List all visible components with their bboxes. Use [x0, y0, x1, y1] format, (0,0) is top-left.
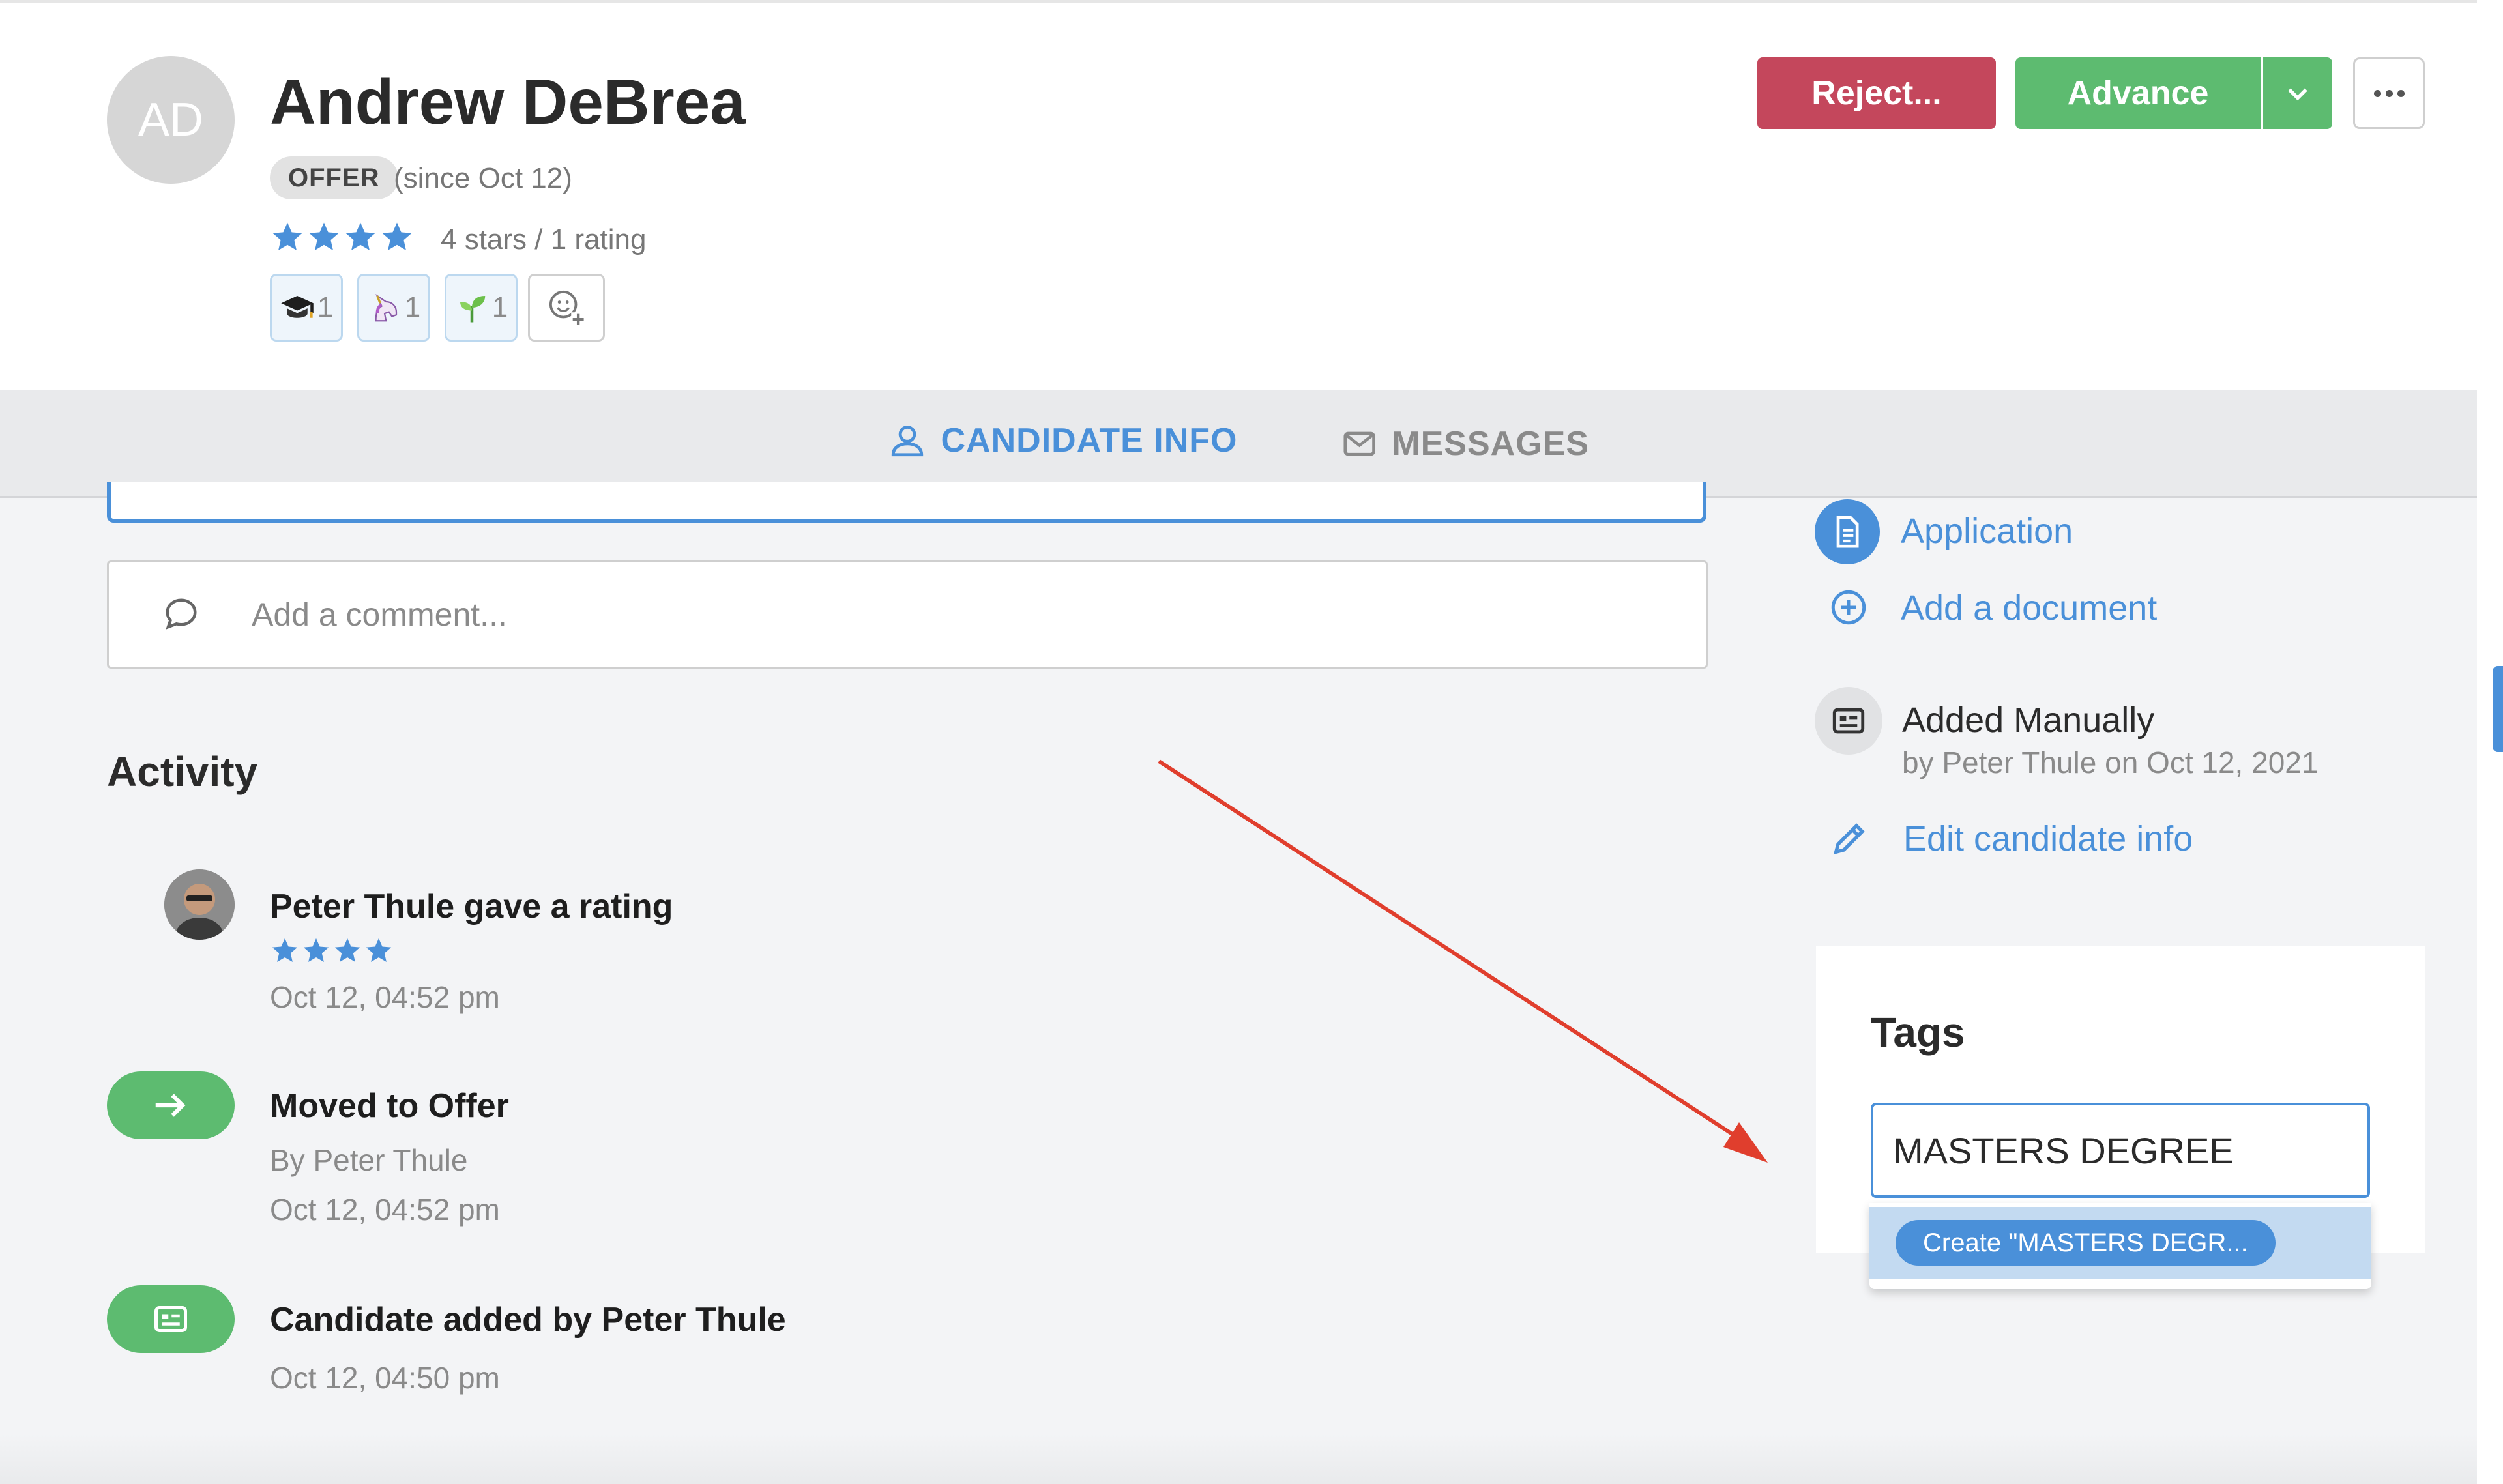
- star-icon: [272, 222, 302, 251]
- pencil-icon: [1833, 823, 1865, 855]
- add-document-link[interactable]: Add a document: [1901, 585, 2157, 631]
- activity-time: Oct 12, 04:52 pm: [270, 980, 500, 1014]
- more-dots-icon: [2373, 89, 2381, 97]
- create-tag-button[interactable]: Create "MASTERS DEGR...: [1896, 1220, 2276, 1266]
- source-title: Added Manually: [1902, 701, 2155, 740]
- activity-author: By Peter Thule: [270, 1143, 468, 1177]
- reaction-seedling[interactable]: 1: [445, 274, 518, 342]
- unicorn-icon: [375, 293, 397, 322]
- seedling-icon: [460, 296, 485, 323]
- source-icon: [1815, 687, 1882, 755]
- add-reaction-button[interactable]: [528, 274, 605, 342]
- id-card-icon: [154, 1306, 187, 1332]
- star-icon: [382, 222, 412, 251]
- star-icon: [272, 938, 298, 963]
- activity-title: Peter Thule gave a rating: [270, 888, 673, 925]
- application-icon: [1815, 499, 1880, 564]
- tags-heading: Tags: [1871, 1009, 1965, 1056]
- document-icon: [1836, 516, 1859, 548]
- more-options-button[interactable]: [2353, 57, 2425, 129]
- activity-time: Oct 12, 04:52 pm: [270, 1193, 500, 1227]
- advance-button[interactable]: Advance: [2015, 57, 2261, 129]
- comment-icon: [166, 598, 197, 630]
- id-card-icon: [1832, 708, 1865, 734]
- comment-input[interactable]: [250, 577, 1687, 652]
- star-icon: [366, 938, 392, 963]
- reaction-count: 1: [404, 291, 421, 323]
- reject-button[interactable]: Reject...: [1757, 57, 1996, 129]
- activity-time: Oct 12, 04:50 pm: [270, 1361, 500, 1395]
- application-link[interactable]: Application: [1901, 508, 2073, 554]
- user-avatar: [164, 869, 235, 940]
- reaction-graduation-cap[interactable]: 1: [270, 274, 343, 342]
- arrow-right-icon: [155, 1094, 186, 1117]
- rating-stars: [270, 216, 416, 258]
- activity-rating-stars: [270, 936, 395, 966]
- graduation-cap-icon: [281, 296, 314, 318]
- activity-heading: Activity: [107, 748, 258, 795]
- star-icon: [303, 938, 329, 963]
- reaction-count: 1: [317, 291, 334, 323]
- bottom-fade: [0, 1434, 2477, 1484]
- user-icon: [892, 426, 924, 457]
- stage-badge: OFFER: [270, 156, 398, 199]
- source-meta: by Peter Thule on Oct 12, 2021: [1902, 746, 2319, 779]
- star-icon: [334, 938, 360, 963]
- envelope-icon: [1343, 431, 1375, 456]
- previous-section-box: [107, 482, 1706, 523]
- tag-input[interactable]: [1871, 1103, 2370, 1198]
- edit-candidate-link[interactable]: Edit candidate info: [1903, 816, 2193, 862]
- star-icon: [309, 222, 339, 251]
- reaction-count: 1: [491, 291, 508, 323]
- stage-move-badge: [107, 1071, 235, 1139]
- more-dots-icon: [2397, 89, 2405, 97]
- chevron-down-icon: [2288, 88, 2307, 101]
- candidate-added-badge: [107, 1285, 235, 1353]
- star-icon: [345, 222, 375, 251]
- stage-since: (since Oct 12): [394, 162, 572, 194]
- candidate-name: Andrew DeBrea: [270, 66, 746, 138]
- add-reaction-icon: [549, 290, 585, 327]
- tab-label: CANDIDATE INFO: [941, 422, 1238, 459]
- candidate-avatar: AD: [107, 56, 235, 184]
- plus-circle-icon: [1831, 590, 1866, 625]
- rating-summary: 4 stars / 1 rating: [441, 224, 647, 255]
- activity-title: Moved to Offer: [270, 1087, 509, 1125]
- user-photo-icon: [164, 869, 235, 940]
- tab-label: MESSAGES: [1392, 425, 1589, 463]
- advance-dropdown-button[interactable]: [2263, 57, 2332, 129]
- activity-title: Candidate added by Peter Thule: [270, 1301, 786, 1339]
- reaction-unicorn[interactable]: 1: [357, 274, 430, 342]
- more-dots-icon: [2385, 89, 2393, 97]
- scrollbar-thumb[interactable]: [2493, 666, 2503, 752]
